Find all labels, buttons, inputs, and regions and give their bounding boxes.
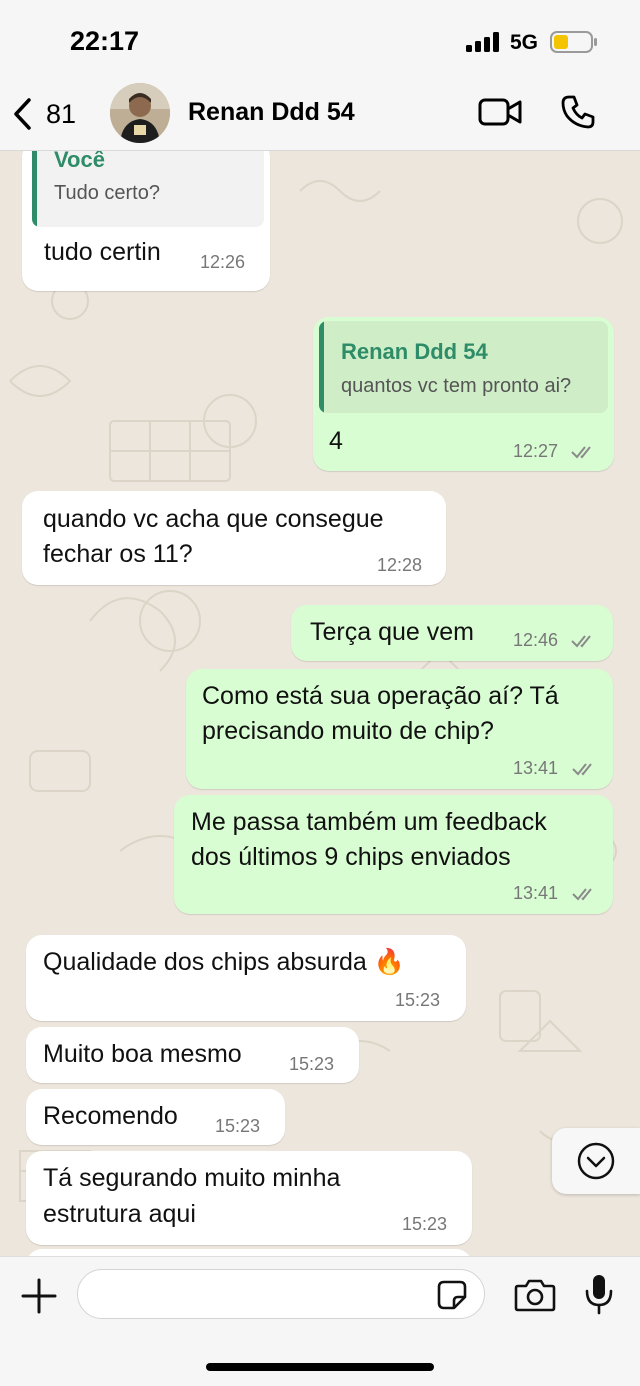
scroll-to-bottom-button[interactable] bbox=[552, 1128, 640, 1194]
contact-name[interactable]: Renan Ddd 54 bbox=[188, 98, 355, 127]
home-indicator bbox=[206, 1363, 434, 1371]
microphone-icon[interactable] bbox=[584, 1273, 614, 1315]
back-button[interactable]: 81 bbox=[12, 94, 76, 134]
chat-header: 81 Renan Ddd 54 bbox=[0, 80, 640, 151]
quoted-message[interactable]: Você Tudo certo? bbox=[32, 151, 264, 227]
signal-icon bbox=[466, 32, 499, 52]
message-text: tudo certin bbox=[44, 238, 161, 266]
message-text: quando vc acha que consegue bbox=[43, 505, 384, 533]
message-text: precisando muito de chip? bbox=[202, 717, 494, 745]
message-time: 15:23 bbox=[395, 990, 441, 1010]
avatar-image bbox=[110, 83, 170, 143]
message-text: Recomendo bbox=[43, 1102, 178, 1130]
back-chevron-icon bbox=[14, 98, 31, 130]
message-text: Me passa também um feedback bbox=[191, 808, 547, 836]
read-ticks-icon bbox=[571, 446, 591, 459]
quote-accent-bar bbox=[32, 151, 37, 227]
read-ticks-icon bbox=[572, 888, 592, 901]
status-bar: 22:17 5G bbox=[0, 0, 640, 80]
quote-text: quantos vc tem pronto ai? bbox=[341, 375, 572, 397]
read-ticks-icon bbox=[571, 635, 591, 648]
message-bubble-incoming[interactable]: Recomendo 15:23 bbox=[26, 1089, 285, 1145]
message-time: 15:23 bbox=[402, 1214, 448, 1234]
message-text: Terça que vem bbox=[310, 618, 474, 646]
message-time: 15:23 bbox=[215, 1116, 261, 1136]
chevron-down-icon bbox=[577, 1142, 615, 1180]
message-text: fechar os 11? bbox=[43, 540, 193, 568]
message-bubble-incoming[interactable]: Muito boa mesmo 15:23 bbox=[26, 1027, 359, 1083]
plus-icon[interactable] bbox=[20, 1277, 58, 1315]
quote-author: Você bbox=[54, 151, 105, 172]
message-time: 12:27 bbox=[513, 441, 559, 461]
message-text: estrutura aqui bbox=[43, 1200, 196, 1228]
message-time: 15:23 bbox=[289, 1054, 335, 1074]
message-bubble-outgoing[interactable]: Como está sua operação aí? Tá precisando… bbox=[186, 669, 613, 789]
message-bubble-incoming[interactable]: quando vc acha que consegue fechar os 11… bbox=[22, 491, 446, 585]
sticker-icon[interactable] bbox=[436, 1279, 468, 1311]
message-bubble-incoming[interactable]: Tá segurando muito minha estrutura aqui … bbox=[26, 1151, 472, 1245]
message-time: 12:46 bbox=[513, 630, 559, 650]
message-text: Tá segurando muito minha bbox=[43, 1164, 341, 1192]
message-time: 12:28 bbox=[377, 555, 423, 575]
quote-text: Tudo certo? bbox=[54, 182, 160, 204]
message-bubble-outgoing[interactable]: Terça que vem 12:46 bbox=[291, 605, 613, 661]
quote-accent-bar bbox=[319, 321, 324, 413]
message-time: 12:26 bbox=[200, 252, 246, 272]
message-text: Como está sua operação aí? Tá bbox=[202, 682, 559, 710]
message-text: Muito boa mesmo bbox=[43, 1040, 242, 1068]
video-call-icon[interactable] bbox=[478, 96, 522, 128]
message-bubble-incoming[interactable] bbox=[26, 1249, 472, 1256]
message-bubble-incoming[interactable]: Você Tudo certo? tudo certin 12:26 bbox=[22, 151, 270, 291]
message-list[interactable]: Você Tudo certo? tudo certin 12:26 Renan… bbox=[0, 151, 640, 1256]
message-input[interactable] bbox=[77, 1269, 485, 1319]
unread-count: 81 bbox=[46, 98, 77, 129]
battery-icon bbox=[550, 31, 597, 53]
avatar[interactable] bbox=[110, 83, 170, 143]
message-bubble-incoming[interactable]: Qualidade dos chips absurda 🔥 15:23 bbox=[26, 935, 466, 1021]
read-ticks-icon bbox=[572, 763, 592, 776]
message-text: Qualidade dos chips absurda 🔥 bbox=[43, 948, 405, 976]
network-label: 5G bbox=[510, 31, 539, 54]
camera-icon[interactable] bbox=[514, 1277, 556, 1313]
status-time: 22:17 bbox=[70, 26, 140, 56]
message-text: 4 bbox=[329, 427, 343, 455]
message-time: 13:41 bbox=[513, 883, 559, 903]
message-time: 13:41 bbox=[513, 758, 559, 778]
quote-author: Renan Ddd 54 bbox=[341, 339, 488, 364]
message-bubble-outgoing[interactable]: Renan Ddd 54 quantos vc tem pronto ai? 4… bbox=[313, 317, 614, 471]
phone-icon[interactable] bbox=[560, 94, 596, 130]
message-text: dos últimos 9 chips enviados bbox=[191, 843, 511, 871]
message-bubble-outgoing[interactable]: Me passa também um feedback dos últimos … bbox=[174, 795, 613, 914]
quoted-message[interactable]: Renan Ddd 54 quantos vc tem pronto ai? bbox=[319, 321, 608, 413]
